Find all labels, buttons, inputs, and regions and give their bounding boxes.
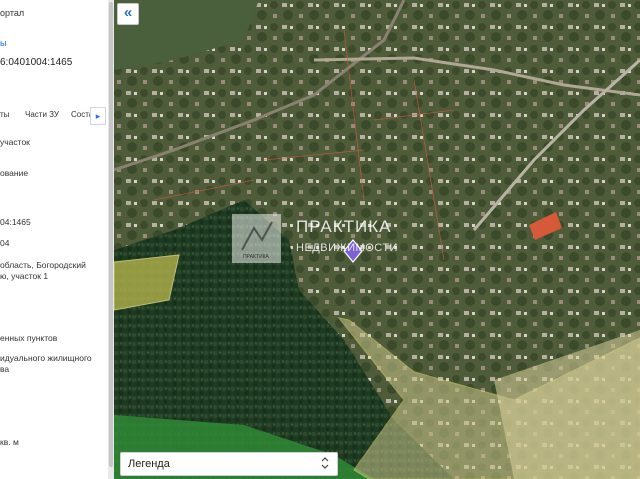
panel-scrollbar-thumb[interactable] [109, 2, 113, 467]
tab-objects[interactable]: ты [0, 110, 9, 119]
field-object-type: участок [0, 137, 30, 147]
field-name: ование [0, 168, 29, 178]
legend-select[interactable]: Легенда [120, 452, 338, 476]
info-panel: ортал ы 6:0401004:1465 ты Части ЗУ Соста… [0, 0, 108, 479]
cadastral-number: 6:0401004:1465 [0, 57, 73, 68]
portal-title: ортал [0, 8, 25, 18]
field-land-category: енных пунктов [0, 333, 58, 343]
chevron-right-icon: ▸ [95, 111, 101, 121]
satellite-map[interactable]: ПРАКТИКА [114, 0, 640, 479]
field-address-line-1: область, Богородский [0, 260, 86, 270]
field-quarter: 04 [0, 238, 10, 248]
tabs-scroll-right-button[interactable]: ▸ [90, 107, 106, 125]
field-area: кв. м [0, 437, 19, 447]
breadcrumb-link[interactable]: ы [0, 38, 6, 48]
field-permitted-use-line-1: идуального жилищного [0, 353, 92, 363]
field-address-line-2: ю, участок 1 [0, 271, 49, 281]
watermark-subtitle: НЕДВИЖИМОСТИ [296, 242, 398, 254]
double-chevron-left-icon: « [123, 4, 133, 21]
tab-parts[interactable]: Части ЗУ [25, 110, 59, 119]
collapse-panel-button[interactable]: « [117, 3, 139, 25]
field-permitted-use-line-2: ва [0, 364, 10, 374]
legend-label: Легенда [128, 458, 170, 470]
info-tabs: ты Части ЗУ Соста ▸ [0, 104, 108, 126]
chevron-updown-icon [321, 457, 329, 472]
field-cadastral-number: 04:1465 [0, 217, 31, 227]
watermark-title: ПРАКТИКА [296, 217, 392, 236]
watermark-logo-caption: ПРАКТИКА [243, 254, 269, 260]
